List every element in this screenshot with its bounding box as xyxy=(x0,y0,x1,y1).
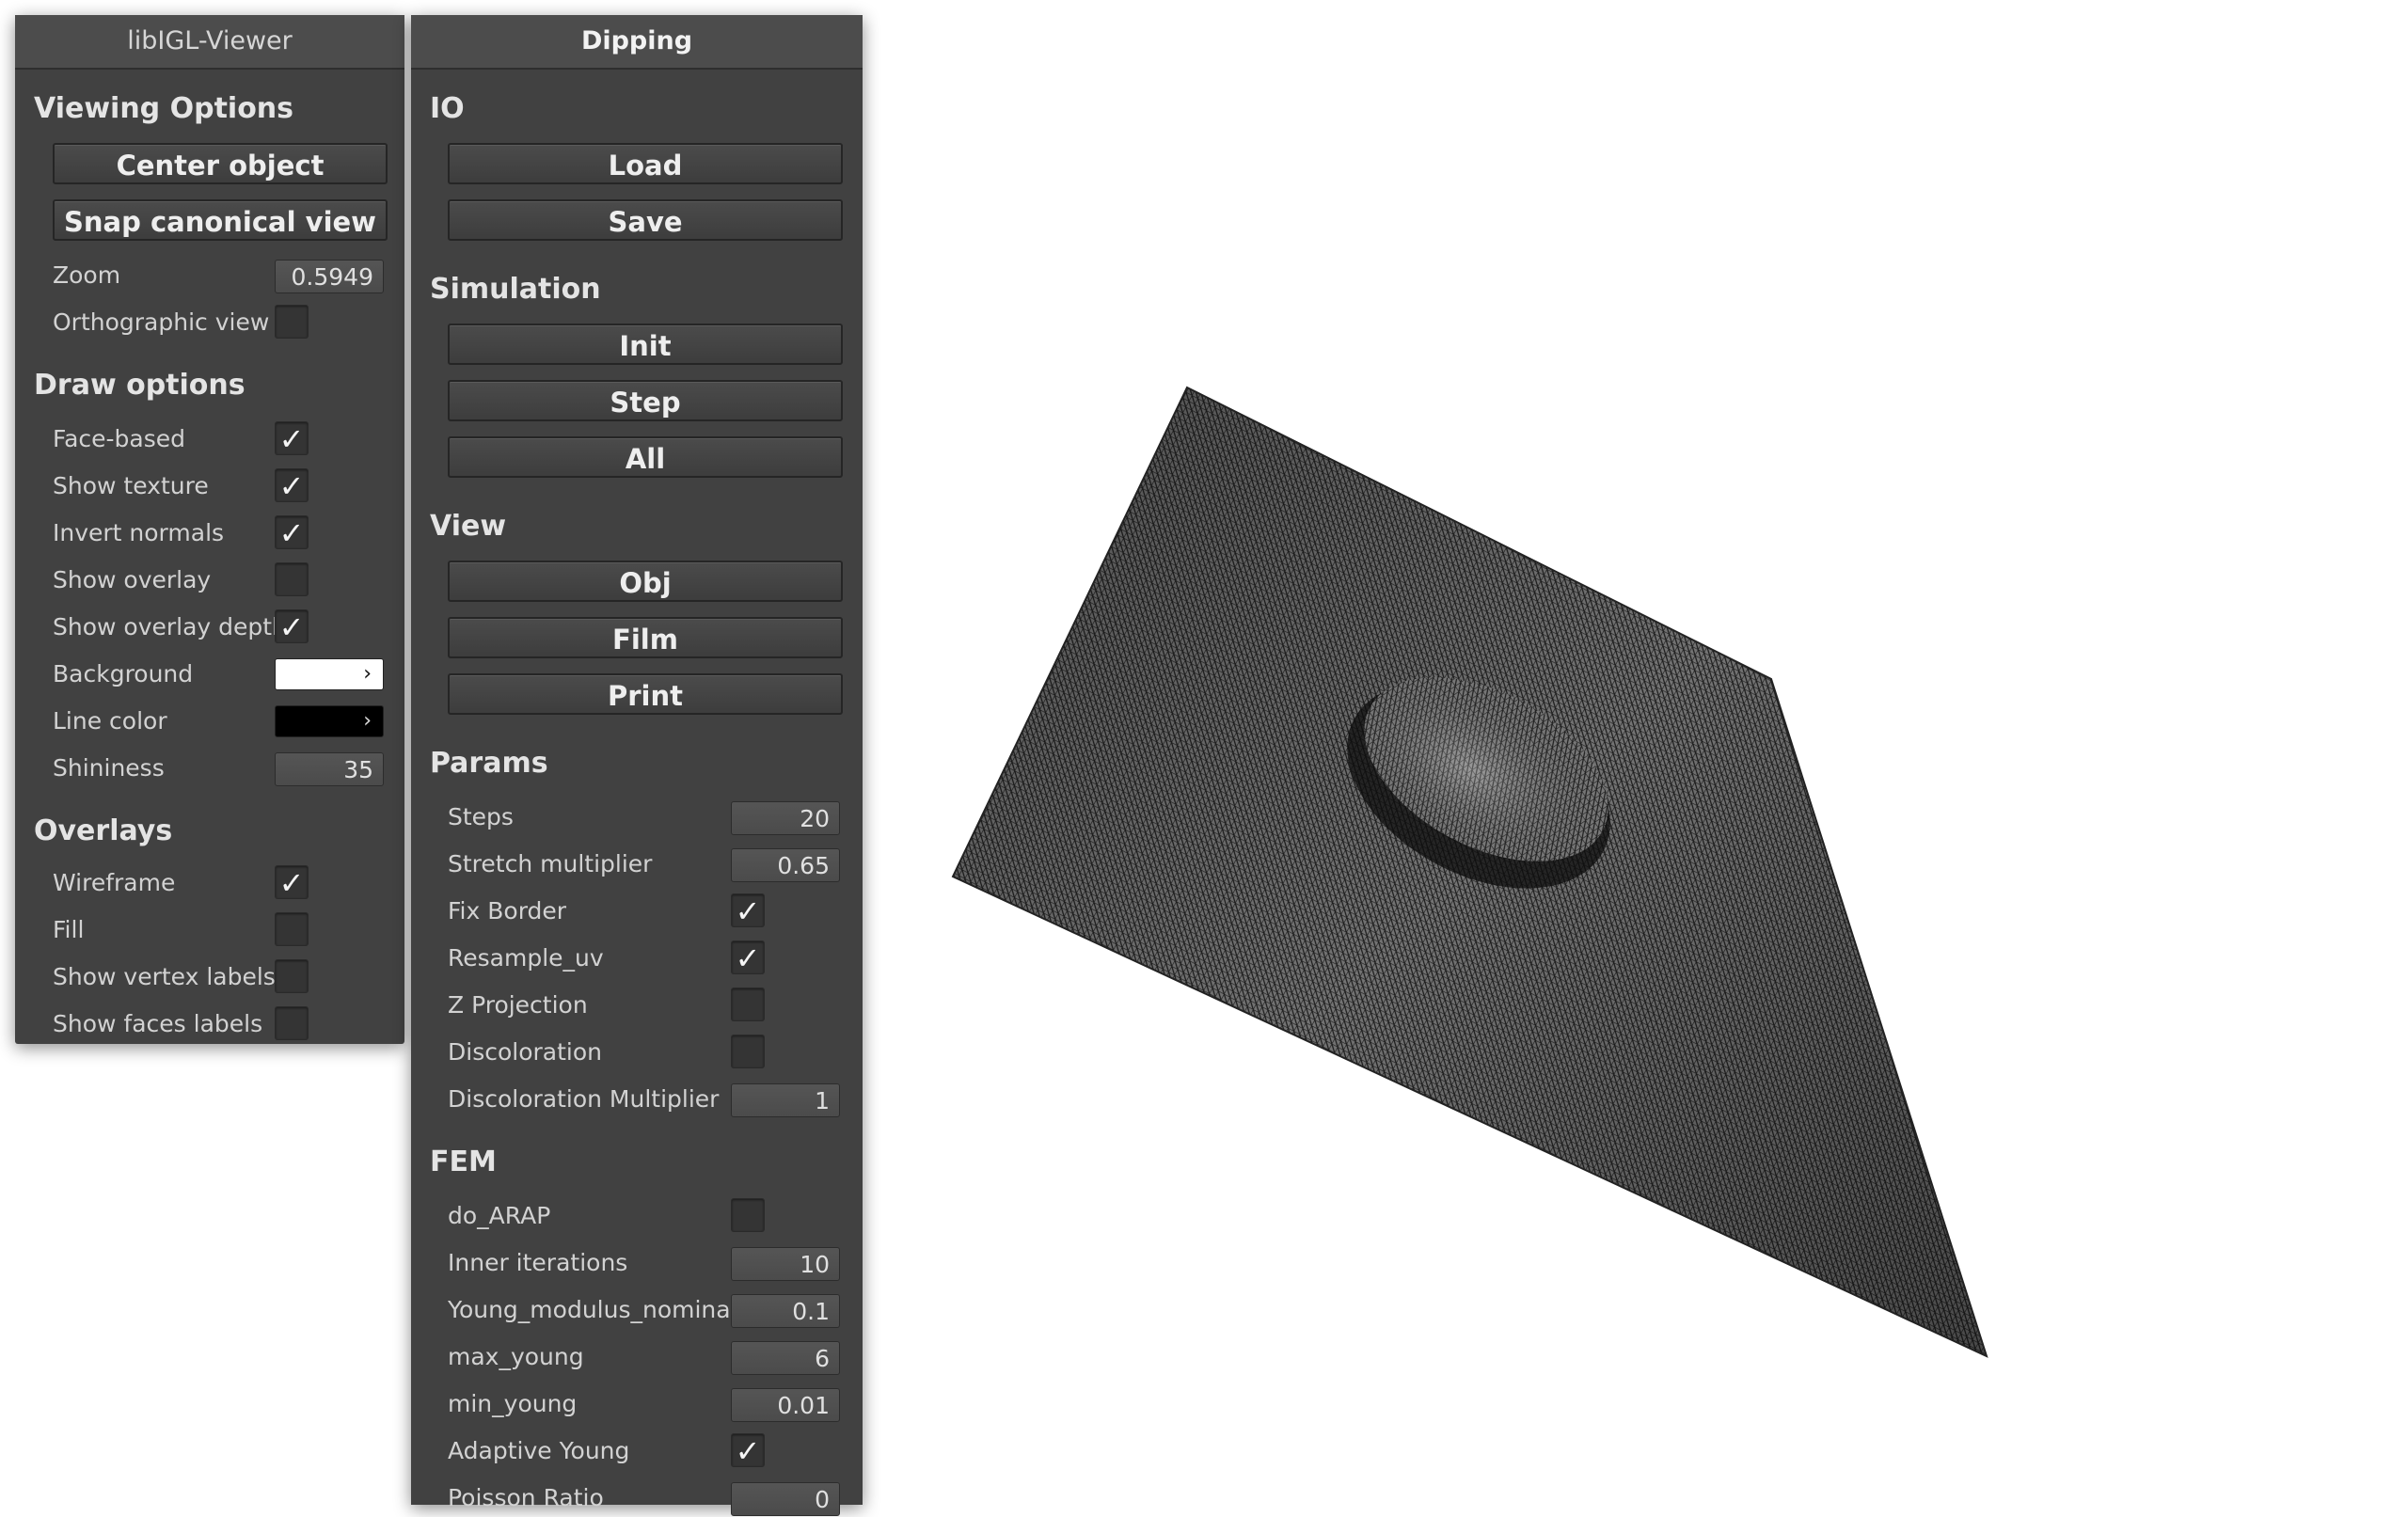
orthographic-view-label: Orthographic view xyxy=(53,308,270,336)
all-button[interactable]: All xyxy=(448,436,843,478)
fill-checkbox[interactable] xyxy=(275,912,309,946)
film-button[interactable]: Film xyxy=(448,617,843,658)
print-button[interactable]: Print xyxy=(448,673,843,715)
show-overlay-label: Show overlay xyxy=(53,566,212,593)
stretch-multiplier-label: Stretch multiplier xyxy=(448,850,653,877)
show-overlay-checkbox[interactable] xyxy=(275,562,309,596)
z-projection-checkbox[interactable] xyxy=(731,988,765,1021)
shininess-input[interactable]: 35 xyxy=(275,752,384,786)
mesh-render[interactable] xyxy=(870,0,2408,1505)
steps-label: Steps xyxy=(448,803,514,830)
do-arap-checkbox[interactable] xyxy=(731,1198,765,1232)
obj-button[interactable]: Obj xyxy=(448,561,843,602)
face-based-checkbox[interactable]: ✓ xyxy=(275,421,309,456)
face-based-label: Face-based xyxy=(53,425,186,452)
draw-options-heading[interactable]: Draw options xyxy=(34,369,246,402)
snap-canonical-view-button[interactable]: Snap canonical view xyxy=(53,199,388,241)
load-button[interactable]: Load xyxy=(448,143,843,184)
wireframe-checkbox[interactable]: ✓ xyxy=(275,865,309,900)
line-color-swatch[interactable]: › xyxy=(275,705,384,737)
viewing-options-heading[interactable]: Viewing Options xyxy=(34,92,293,125)
dipping-panel: Dipping IO Load Save Simulation Init Ste… xyxy=(411,15,863,1516)
z-projection-label: Z Projection xyxy=(448,991,588,1019)
max-young-label: max_young xyxy=(448,1343,584,1370)
wireframe-label: Wireframe xyxy=(53,869,176,896)
3d-viewport[interactable] xyxy=(870,0,2408,1505)
discoloration-multiplier-label: Discoloration Multiplier xyxy=(448,1085,720,1113)
save-button[interactable]: Save xyxy=(448,199,843,241)
min-young-input[interactable]: 0.01 xyxy=(731,1388,840,1422)
show-faces-labels-checkbox[interactable] xyxy=(275,1006,309,1040)
show-texture-checkbox[interactable]: ✓ xyxy=(275,468,309,503)
inner-iterations-input[interactable]: 10 xyxy=(731,1247,840,1281)
adaptive-young-label: Adaptive Young xyxy=(448,1437,630,1464)
center-object-button[interactable]: Center object xyxy=(53,143,388,184)
poisson-ratio-label: Poisson Ratio xyxy=(448,1484,604,1511)
stretch-multiplier-input[interactable]: 0.65 xyxy=(731,848,840,882)
orthographic-view-checkbox[interactable] xyxy=(275,305,309,339)
show-vertex-labels-label: Show vertex labels xyxy=(53,963,276,990)
dipping-panel-title[interactable]: Dipping xyxy=(411,15,863,70)
discoloration-label: Discoloration xyxy=(448,1038,602,1066)
max-young-input[interactable]: 6 xyxy=(731,1341,840,1375)
young-modulus-nominal-label: Young_modulus_nominal xyxy=(448,1296,737,1323)
resample-uv-label: Resample_uv xyxy=(448,944,604,972)
io-heading[interactable]: IO xyxy=(430,92,465,125)
zoom-input[interactable]: 0.5949 xyxy=(275,260,384,293)
fix-border-checkbox[interactable]: ✓ xyxy=(731,893,765,928)
background-color-swatch[interactable]: › xyxy=(275,658,384,690)
viewer-panel: libIGL-Viewer Viewing Options Center obj… xyxy=(15,15,404,1044)
view-heading[interactable]: View xyxy=(430,510,506,543)
viewer-panel-title[interactable]: libIGL-Viewer xyxy=(15,15,404,70)
simulation-heading[interactable]: Simulation xyxy=(430,273,601,306)
inner-iterations-label: Inner iterations xyxy=(448,1249,628,1276)
show-vertex-labels-checkbox[interactable] xyxy=(275,959,309,993)
init-button[interactable]: Init xyxy=(448,324,843,365)
fem-heading[interactable]: FEM xyxy=(430,1146,497,1178)
do-arap-label: do_ARAP xyxy=(448,1202,551,1229)
shininess-label: Shininess xyxy=(53,754,165,782)
adaptive-young-checkbox[interactable]: ✓ xyxy=(731,1433,765,1468)
show-overlay-depth-checkbox[interactable]: ✓ xyxy=(275,609,309,644)
discoloration-checkbox[interactable] xyxy=(731,1035,765,1068)
step-button[interactable]: Step xyxy=(448,380,843,421)
show-faces-labels-label: Show faces labels xyxy=(53,1010,263,1037)
discoloration-multiplier-input[interactable]: 1 xyxy=(731,1083,840,1117)
params-heading[interactable]: Params xyxy=(430,747,548,780)
line-color-label: Line color xyxy=(53,707,167,735)
show-texture-label: Show texture xyxy=(53,472,209,499)
overlays-heading[interactable]: Overlays xyxy=(34,814,172,847)
invert-normals-checkbox[interactable]: ✓ xyxy=(275,515,309,550)
invert-normals-label: Invert normals xyxy=(53,519,225,546)
min-young-label: min_young xyxy=(448,1390,578,1417)
poisson-ratio-input[interactable]: 0 xyxy=(731,1482,840,1516)
fix-border-label: Fix Border xyxy=(448,897,567,924)
background-label: Background xyxy=(53,660,194,687)
young-modulus-nominal-input[interactable]: 0.1 xyxy=(731,1294,840,1328)
steps-input[interactable]: 20 xyxy=(731,801,840,835)
resample-uv-checkbox[interactable]: ✓ xyxy=(731,940,765,975)
show-overlay-depth-label: Show overlay depth xyxy=(53,613,287,640)
zoom-label: Zoom xyxy=(53,261,121,289)
fill-label: Fill xyxy=(53,916,85,943)
